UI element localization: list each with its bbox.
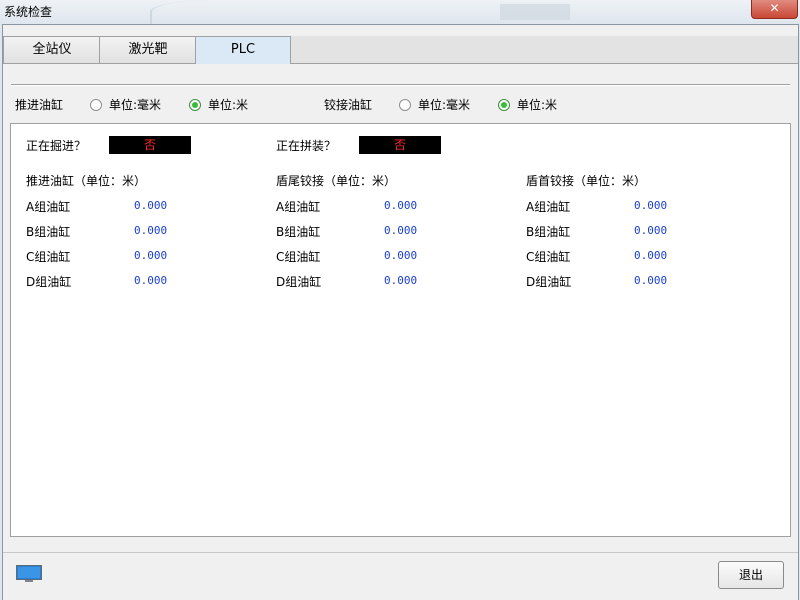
hinge-unit-m-radio[interactable] [498, 99, 510, 111]
push-d-value: 0.000 [134, 274, 168, 287]
excavating-label: 正在掘进？ [26, 139, 87, 153]
hinge-unit-mm-label[interactable]: 单位:毫米 [418, 96, 470, 114]
group-title-push: 推进油缸（单位：米） [26, 174, 147, 188]
hinge-unit-mm-radio[interactable] [399, 99, 411, 111]
title-bar: 系统检查 ✕ [0, 0, 800, 24]
head-d-label: D组油缸 [526, 275, 572, 289]
hinge-unit-m-label[interactable]: 单位:米 [517, 96, 557, 114]
head-b-label: B组油缸 [526, 225, 571, 239]
push-b-value: 0.000 [134, 224, 168, 237]
assembling-indicator: 否 [359, 136, 441, 154]
window-title: 系统检查 [4, 5, 53, 19]
push-c-value: 0.000 [134, 249, 168, 262]
push-b-label: B组油缸 [26, 225, 71, 239]
head-a-label: A组油缸 [526, 200, 571, 214]
push-a-label: A组油缸 [26, 200, 71, 214]
background-decoration [150, 0, 272, 24]
push-unit-mm-radio[interactable] [90, 99, 102, 111]
hinge-cylinder-label: 铰接油缸 [324, 98, 373, 112]
tab-page-plc: 推进油缸 单位:毫米 单位:米 铰接油缸 单位:毫米 单位:米 正在掘进？ 否 … [3, 64, 798, 548]
push-c-label: C组油缸 [26, 250, 71, 264]
tab-plc[interactable]: PLC [195, 36, 291, 64]
background-blur [500, 4, 570, 20]
push-d-label: D组油缸 [26, 275, 72, 289]
exit-button[interactable]: 退出 [718, 561, 784, 589]
head-c-value: 0.000 [634, 249, 668, 262]
tail-b-label: B组油缸 [276, 225, 321, 239]
tail-c-value: 0.000 [384, 249, 418, 262]
tail-d-value: 0.000 [384, 274, 418, 287]
tab-total-station[interactable]: 全站仪 [3, 36, 101, 63]
head-b-value: 0.000 [634, 224, 668, 237]
assembling-label: 正在拼装？ [276, 139, 337, 153]
tail-b-value: 0.000 [384, 224, 418, 237]
monitor-icon[interactable] [16, 565, 42, 583]
push-unit-mm-label[interactable]: 单位:毫米 [109, 96, 161, 114]
group-title-head-hinge: 盾首铰接（单位：米） [526, 174, 647, 188]
dialog-window: 全站仪 激光靶 PLC 推进油缸 单位:毫米 单位:米 铰接油缸 单位:毫米 单… [2, 24, 799, 600]
push-unit-m-label[interactable]: 单位:米 [208, 96, 248, 114]
plc-data-panel: 正在掘进？ 否 正在拼装？ 否 推进油缸（单位：米） A组油缸 0.000 B组… [10, 123, 791, 537]
close-button[interactable]: ✕ [751, 0, 798, 19]
tail-d-label: D组油缸 [276, 275, 322, 289]
push-cylinder-label: 推进油缸 [15, 98, 64, 112]
head-c-label: C组油缸 [526, 250, 571, 264]
tail-a-label: A组油缸 [276, 200, 321, 214]
head-a-value: 0.000 [634, 199, 668, 212]
push-unit-m-radio[interactable] [189, 99, 201, 111]
bottom-bar: 退出 [3, 552, 798, 600]
head-d-value: 0.000 [634, 274, 668, 287]
group-title-tail-hinge: 盾尾铰接（单位：米） [276, 174, 397, 188]
excavating-indicator: 否 [109, 136, 191, 154]
push-a-value: 0.000 [134, 199, 168, 212]
tail-a-value: 0.000 [384, 199, 418, 212]
tab-laser-target[interactable]: 激光靶 [99, 36, 197, 63]
close-icon: ✕ [769, 1, 780, 15]
tail-c-label: C组油缸 [276, 250, 321, 264]
divider [11, 84, 790, 86]
tab-strip: 全站仪 激光靶 PLC [3, 36, 798, 64]
